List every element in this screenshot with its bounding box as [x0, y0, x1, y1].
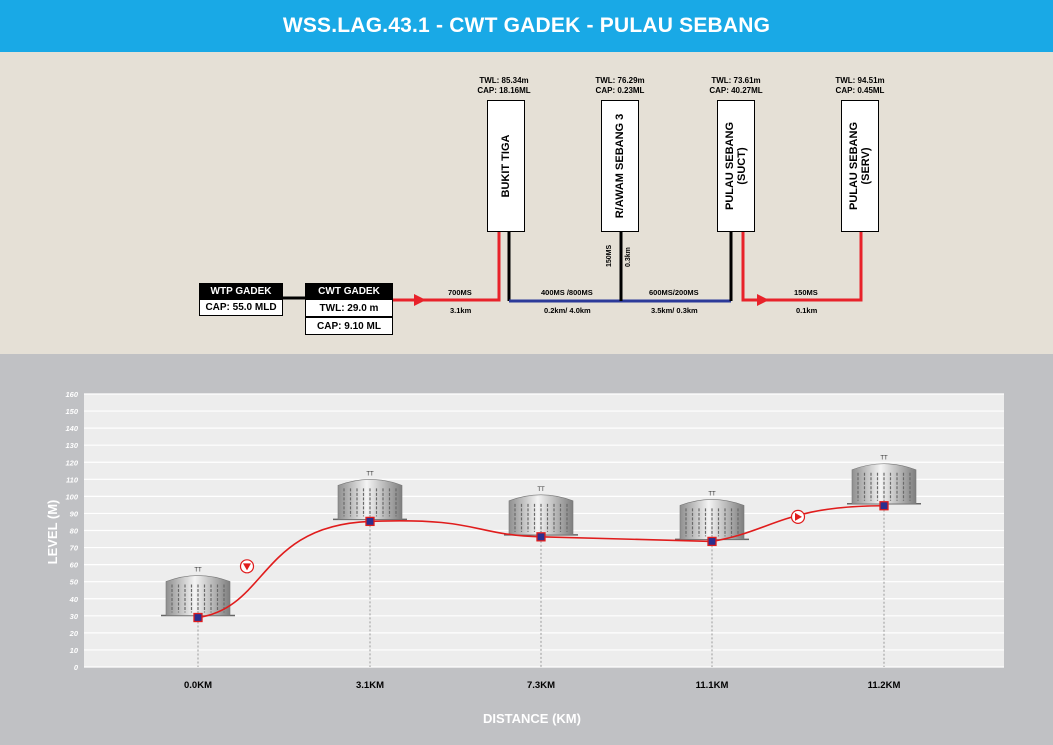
y-tick-label: 160 [65, 390, 78, 399]
y-tick-labels: 0 10 20 30 40 50 60 70 80 90 100 110 120 130 140 150 160 [65, 390, 78, 672]
tank-pulau-sebang-serv: PULAU SEBANG (SERV) [841, 100, 879, 232]
y-tick-label: 60 [70, 561, 79, 570]
x-tick-label: 11.1KM [696, 680, 729, 691]
x-tick-label: 3.1KM [356, 680, 384, 691]
y-tick-label: 0 [74, 663, 79, 672]
cwt-label: CWT GADEK [305, 283, 393, 299]
data-point [193, 612, 203, 623]
tank-r-awam-sebang-3: R/AWAM SEBANG 3 [601, 100, 639, 232]
tank-cap: CAP: 0.23ML [595, 86, 645, 95]
page-title: WSS.LAG.43.1 - CWT GADEK - PULAU SEBANG [0, 0, 1053, 52]
tank-name: BUKIT TIGA [500, 134, 512, 198]
y-tick-label: 100 [65, 492, 78, 501]
y-tick-label: 120 [65, 458, 78, 467]
tank-cap: CAP: 18.16ML [477, 86, 531, 95]
y-tick-label: 130 [65, 441, 78, 450]
tank-bukit-tiga-specs: TWL: 85.34m CAP: 18.16ML [459, 76, 549, 96]
pipe-length-label: 3.5km/ 0.3km [651, 306, 698, 315]
data-point [536, 532, 546, 542]
pipe-size-label: 400MS /800MS [541, 288, 593, 297]
level-profile-chart: 0 10 20 30 40 50 60 70 80 90 100 110 120 130 140 150 160… [45, 390, 1004, 726]
tank-cap: CAP: 0.45ML [835, 86, 885, 95]
cwt-cap: CAP: 9.10 ML [305, 317, 393, 335]
tank-twl: TWL: 76.29m [595, 76, 645, 85]
pump-icon [239, 559, 255, 574]
y-tick-label: 20 [69, 629, 79, 638]
pipe-size-label: 150MS [794, 288, 818, 297]
tank-twl: TWL: 85.34m [479, 76, 529, 85]
data-point [707, 536, 717, 547]
svg-text:TT: TT [194, 568, 202, 574]
schematic-panel: WTP GADEK CAP: 55.0 MLD CWT GADEK TWL: 2… [0, 52, 1053, 354]
pipe-length-label: 3.1km [450, 306, 472, 315]
y-tick-label: 110 [66, 475, 79, 484]
y-tick-label: 30 [70, 612, 79, 621]
data-point [365, 516, 375, 527]
wtp-label: WTP GADEK [199, 283, 283, 299]
tank-bukit-tiga: BUKIT TIGA [487, 100, 525, 232]
pump-icon [414, 294, 426, 306]
x-tick-label: 0.0KM [184, 680, 212, 691]
tank-serv-specs: TWL: 94.51m CAP: 0.45ML [815, 76, 905, 96]
tank-name: PULAU SEBANG (SERV) [848, 121, 872, 211]
x-axis-label: DISTANCE (KM) [483, 711, 581, 726]
pump-icon [757, 294, 769, 306]
tank-twl: TWL: 94.51m [835, 76, 885, 85]
y-tick-label: 140 [65, 424, 78, 433]
pipe-network [283, 232, 863, 306]
cwt-twl: TWL: 29.0 m [305, 299, 393, 317]
y-tick-label: 50 [70, 578, 79, 587]
tank-cap: CAP: 40.27ML [709, 86, 763, 95]
y-tick-label: 80 [70, 527, 79, 536]
pipe-700ms [393, 232, 501, 302]
data-point [879, 501, 889, 511]
y-tick-label: 90 [70, 509, 79, 518]
wtp-cap: CAP: 55.0 MLD [199, 299, 283, 316]
svg-text:TT: TT [537, 487, 545, 493]
svg-text:TT: TT [366, 471, 374, 477]
y-tick-label: 70 [70, 544, 79, 553]
pipe-length-label: 0.1km [796, 306, 818, 315]
y-tick-label: 10 [70, 646, 79, 655]
tank-suct-specs: TWL: 73.61m CAP: 40.27ML [691, 76, 781, 96]
pipe-size-label: 700MS [448, 288, 472, 297]
x-tick-label: 7.3KM [527, 680, 555, 691]
branch-length-label: 0.3km [625, 247, 632, 267]
branch-size-label: 150MS [606, 244, 613, 267]
y-tick-label: 40 [69, 595, 79, 604]
svg-text:TT: TT [880, 456, 888, 462]
pump-icon [790, 509, 806, 524]
tank-name: PULAU SEBANG (SUCT) [724, 121, 748, 211]
pipe-length-label: 0.2km/ 4.0km [544, 306, 591, 315]
svg-text:TT: TT [708, 491, 716, 497]
y-tick-label: 150 [65, 407, 78, 416]
profile-panel: 0 10 20 30 40 50 60 70 80 90 100 110 120 130 140 150 160… [0, 354, 1053, 745]
x-tick-label: 11.2KM [868, 680, 901, 691]
tank-twl: TWL: 73.61m [711, 76, 761, 85]
x-tick-labels: 0.0KM 3.1KM 7.3KM 11.1KM 11.2KM [184, 680, 900, 691]
tank-r-awam-specs: TWL: 76.29m CAP: 0.23ML [575, 76, 665, 96]
pipe-size-label: 600MS/200MS [649, 288, 699, 297]
tank-pulau-sebang-suct: PULAU SEBANG (SUCT) [717, 100, 755, 232]
y-axis-label: LEVEL (M) [45, 500, 60, 565]
tank-name: R/AWAM SEBANG 3 [614, 113, 626, 219]
